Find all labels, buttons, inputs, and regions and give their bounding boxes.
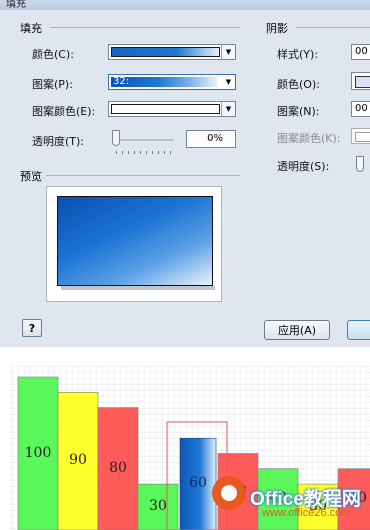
preview-shape xyxy=(57,196,213,286)
fill-group-divider xyxy=(50,27,240,28)
fill-group-title: 填充 xyxy=(20,22,42,35)
shadow-style-value: 00 xyxy=(355,46,368,57)
fill-color-dropdown[interactable]: ▼ xyxy=(108,44,236,60)
dialog-title-bar: 填充 xyxy=(0,0,370,10)
shadow-transparency-label: 透明度(S): xyxy=(277,160,330,173)
chevron-down-icon[interactable]: ▼ xyxy=(221,102,235,116)
bar-chart-canvas: 1009080306050403040 Office教程网 www.office… xyxy=(0,360,370,530)
shadow-pattern-color-label: 图案颜色(K): xyxy=(277,132,341,145)
shadow-style-dropdown[interactable]: 00 xyxy=(351,44,370,60)
watermark-url: www.office26.com xyxy=(262,507,351,519)
shadow-transparency-slider-thumb[interactable] xyxy=(356,156,364,172)
shadow-pattern-value: 00 xyxy=(355,103,368,114)
chevron-down-icon[interactable]: ▼ xyxy=(222,75,235,89)
fill-pattern-color-label: 图案颜色(E): xyxy=(32,105,96,118)
office-logo-icon xyxy=(212,476,252,514)
bar-label-3: 30 xyxy=(149,498,167,515)
preview-shadow xyxy=(61,286,215,290)
shadow-pattern-dropdown[interactable]: 00 xyxy=(351,101,370,117)
ok-button[interactable] xyxy=(347,320,370,340)
fill-transparency-label: 透明度(T): xyxy=(32,135,85,148)
fill-color-label: 颜色(C): xyxy=(32,48,74,61)
shadow-group-divider xyxy=(296,27,370,28)
chevron-down-icon[interactable]: ▼ xyxy=(221,45,235,59)
fill-color-swatch xyxy=(111,47,220,57)
fill-transparency-value: 0% xyxy=(207,133,223,144)
apply-button-label: 应用(A) xyxy=(277,324,317,337)
fill-pattern-color-swatch xyxy=(111,104,220,114)
shadow-color-dropdown[interactable] xyxy=(351,72,370,90)
help-button[interactable]: ? xyxy=(22,319,42,337)
transparency-slider-thumb[interactable] xyxy=(112,130,120,146)
slider-ticks xyxy=(116,151,176,154)
fill-pattern-label: 图案(P): xyxy=(32,78,73,91)
shadow-pattern-color-dropdown[interactable] xyxy=(351,128,370,144)
fill-pattern-value: 32: xyxy=(113,76,130,87)
shadow-pattern-label: 图案(N): xyxy=(277,105,320,118)
preview-divider xyxy=(46,175,240,176)
transparency-slider-track[interactable] xyxy=(112,139,174,141)
bar-label-0: 100 xyxy=(24,444,52,461)
bar-label-1: 90 xyxy=(69,452,87,469)
shadow-color-swatch xyxy=(355,76,370,88)
fill-pattern-color-dropdown[interactable]: ▼ xyxy=(108,101,236,117)
fill-pattern-dropdown[interactable]: 32: ▼ xyxy=(108,74,236,90)
shadow-pattern-color-swatch xyxy=(355,132,370,142)
fill-dialog: 填充 填充 颜色(C): ▼ 图案(P): 32: ▼ 图案颜色(E): ▼ 透… xyxy=(0,0,370,347)
preview-label: 预览 xyxy=(20,170,42,183)
shadow-style-label: 样式(Y): xyxy=(277,48,319,61)
bar-label-2: 80 xyxy=(109,459,127,476)
apply-button[interactable]: 应用(A) xyxy=(264,320,330,340)
help-icon: ? xyxy=(28,321,36,335)
fill-transparency-input[interactable]: 0% xyxy=(186,130,236,148)
shadow-group-title: 阴影 xyxy=(266,22,288,35)
dialog-title: 填充 xyxy=(6,0,26,10)
shadow-color-label: 颜色(O): xyxy=(277,78,320,91)
preview-pane xyxy=(46,186,222,302)
